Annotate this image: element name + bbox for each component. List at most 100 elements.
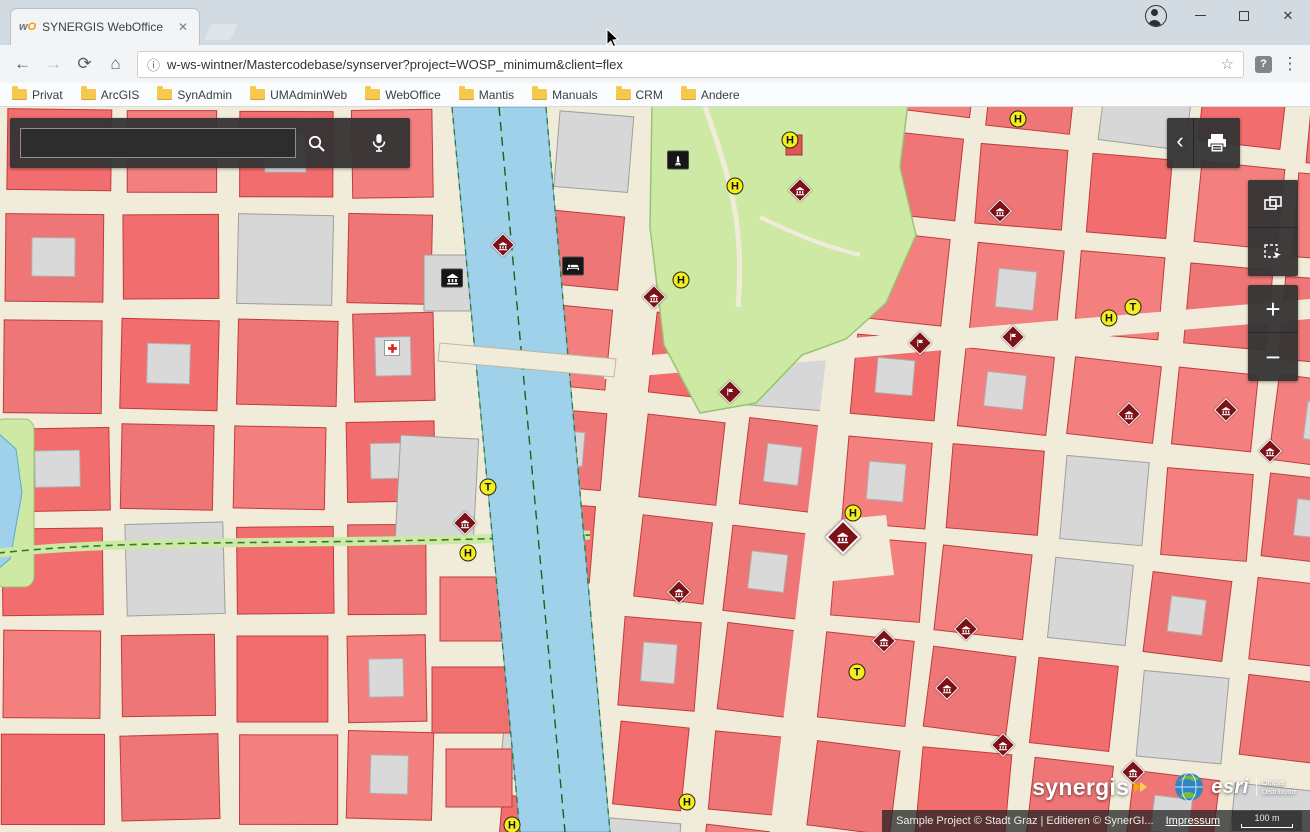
logo-area: synergis esri Official Distributor xyxy=(1032,772,1296,802)
forward-button[interactable]: → xyxy=(39,50,68,79)
esri-tagline: Official Distributor xyxy=(1256,778,1296,796)
copyright-text: Sample Project © Stadt Graz | Editieren … xyxy=(896,815,1154,827)
tab-close-icon[interactable]: ✕ xyxy=(175,18,191,36)
bookmark-label: Andere xyxy=(701,88,740,102)
frames-icon xyxy=(1262,194,1284,214)
bookmark-star-icon[interactable]: ☆ xyxy=(1221,55,1234,73)
esri-globe-icon xyxy=(1174,772,1204,802)
microphone-icon xyxy=(371,133,387,153)
reload-button[interactable]: ⟳ xyxy=(70,50,99,79)
profile-icon[interactable] xyxy=(1134,0,1178,31)
scale-line xyxy=(1241,824,1293,828)
esri-wordmark: esri xyxy=(1211,776,1249,799)
avatar xyxy=(1145,5,1167,27)
marker-hotel[interactable]: H xyxy=(782,132,799,149)
print-button[interactable] xyxy=(1194,118,1240,168)
close-button[interactable]: ✕ xyxy=(1266,0,1310,31)
zoom-out-button[interactable]: − xyxy=(1248,333,1298,381)
map-search-panel xyxy=(10,118,410,168)
back-button[interactable]: ← xyxy=(8,50,37,79)
collapse-panel-button[interactable]: ‹ xyxy=(1167,118,1194,168)
tab-title: SYNERGIS WebOffice xyxy=(42,20,175,34)
bookmark-label: CRM xyxy=(636,88,663,102)
browser-tab[interactable]: wO SYNERGIS WebOffice ✕ xyxy=(10,8,200,45)
marker-transit[interactable]: T xyxy=(849,664,866,681)
search-button[interactable] xyxy=(296,123,336,163)
folder-icon xyxy=(681,89,696,100)
bookmark-item-andere[interactable]: Andere xyxy=(681,88,740,102)
map-statusbar: Sample Project © Stadt Graz | Editieren … xyxy=(882,810,1310,832)
marker-pharmacy[interactable] xyxy=(384,340,400,356)
bookmark-item-arcgis[interactable]: ArcGIS xyxy=(81,88,140,102)
maximize-icon xyxy=(1239,11,1249,21)
maximize-button[interactable] xyxy=(1222,0,1266,31)
bookmark-label: Privat xyxy=(32,88,63,102)
folder-icon xyxy=(616,89,631,100)
url-text[interactable]: w-ws-wintner/Mastercodebase/synserver?pr… xyxy=(167,57,1214,72)
weboffice-favicon: wO xyxy=(19,22,36,33)
marker-hotel[interactable]: H xyxy=(727,178,744,195)
home-button[interactable]: ⌂ xyxy=(101,50,130,79)
bookmark-item-mantis[interactable]: Mantis xyxy=(459,88,514,102)
chrome-menu-icon[interactable]: ⋮ xyxy=(1278,54,1302,74)
window-controls: ✕ xyxy=(1134,0,1310,31)
bookmark-label: SynAdmin xyxy=(177,88,232,102)
marker-hotel[interactable]: H xyxy=(673,272,690,289)
marker-monument[interactable] xyxy=(667,151,689,170)
new-tab-button[interactable] xyxy=(204,24,238,40)
bookmark-label: WebOffice xyxy=(385,88,441,102)
folder-icon xyxy=(250,89,265,100)
map-tools-group xyxy=(1248,180,1298,276)
voice-search-button[interactable] xyxy=(358,123,400,163)
search-icon xyxy=(307,134,326,153)
marker-hotel[interactable]: H xyxy=(1010,111,1027,128)
marker-hotel[interactable]: H xyxy=(1101,310,1118,327)
bookmarks-bar: Privat ArcGIS SynAdmin UMAdminWeb WebOff… xyxy=(0,83,1310,107)
zoom-control: + − xyxy=(1248,285,1298,381)
esri-logo: esri Official Distributor xyxy=(1174,772,1296,802)
select-tool-button[interactable] xyxy=(1248,228,1298,276)
marker-hotel[interactable]: H xyxy=(504,817,521,832)
bookmark-label: UMAdminWeb xyxy=(270,88,347,102)
browser-window: wO SYNERGIS WebOffice ✕ ✕ ← → ⟳ ⌂ ⓘ w-ws… xyxy=(0,0,1310,832)
printer-icon xyxy=(1206,133,1228,153)
map-search-input[interactable] xyxy=(20,128,296,158)
marker-bed[interactable] xyxy=(562,257,584,276)
titlebar: wO SYNERGIS WebOffice ✕ ✕ xyxy=(0,0,1310,45)
synergis-arrow-icon xyxy=(1132,779,1148,795)
synergis-wordmark: synergis xyxy=(1032,774,1129,801)
address-bar[interactable]: ⓘ w-ws-wintner/Mastercodebase/synserver?… xyxy=(137,51,1244,78)
minimize-button[interactable] xyxy=(1178,0,1222,31)
marker-transit[interactable]: T xyxy=(480,479,497,496)
folder-icon xyxy=(81,89,96,100)
bookmark-item-umadminweb[interactable]: UMAdminWeb xyxy=(250,88,347,102)
city-basemap[interactable] xyxy=(0,107,1310,832)
folder-icon xyxy=(459,89,474,100)
overview-map-button[interactable] xyxy=(1248,180,1298,228)
impressum-link[interactable]: Impressum xyxy=(1166,815,1220,827)
bookmark-item-manuals[interactable]: Manuals xyxy=(532,88,597,102)
marker-hotel[interactable]: H xyxy=(460,545,477,562)
extension-help-icon[interactable]: ? xyxy=(1255,56,1272,73)
bookmark-item-privat[interactable]: Privat xyxy=(12,88,63,102)
folder-icon xyxy=(532,89,547,100)
browser-toolbar: ← → ⟳ ⌂ ⓘ w-ws-wintner/Mastercodebase/sy… xyxy=(0,45,1310,83)
marker-transit[interactable]: T xyxy=(1125,299,1142,316)
bookmark-item-crm[interactable]: CRM xyxy=(616,88,663,102)
bookmark-item-weboffice[interactable]: WebOffice xyxy=(365,88,441,102)
marker-museum-black[interactable] xyxy=(441,269,463,288)
marker-hotel[interactable]: H xyxy=(845,505,862,522)
topright-toolbar: ‹ xyxy=(1167,118,1240,168)
marker-hotel[interactable]: H xyxy=(679,794,696,811)
map-viewport[interactable]: HHHHHHHHHTTT ‹ xyxy=(0,107,1310,832)
bookmark-label: Mantis xyxy=(479,88,514,102)
scale-bar: 100 m xyxy=(1232,811,1302,831)
bookmark-item-synadmin[interactable]: SynAdmin xyxy=(157,88,232,102)
folder-icon xyxy=(157,89,172,100)
scale-label: 100 m xyxy=(1254,814,1279,823)
select-area-icon xyxy=(1262,242,1284,262)
folder-icon xyxy=(365,89,380,100)
page-info-icon[interactable]: ⓘ xyxy=(147,55,160,74)
zoom-in-button[interactable]: + xyxy=(1248,285,1298,333)
folder-icon xyxy=(12,89,27,100)
